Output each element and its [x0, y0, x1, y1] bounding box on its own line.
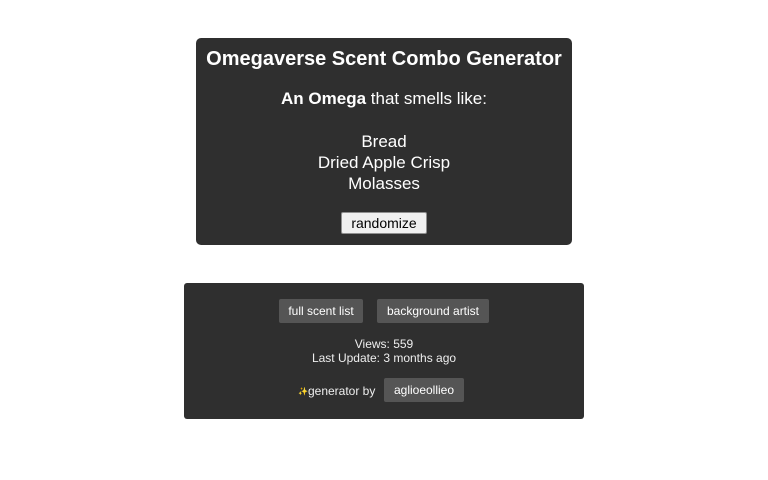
- subject-role: An Omega: [281, 89, 367, 108]
- randomize-button[interactable]: randomize: [341, 212, 427, 234]
- views-count: Views: 559: [354, 337, 414, 351]
- generator-card: Omegaverse Scent Combo Generator An Omeg…: [196, 38, 572, 245]
- footer-card: full scent list background artist Views:…: [184, 283, 584, 419]
- scent-item: Bread: [361, 132, 407, 151]
- subject-rest: that smells like:: [366, 89, 487, 108]
- stats: Views: 559 Last Update: 3 months ago: [184, 337, 584, 365]
- sparkle-icon: ✨: [298, 386, 308, 396]
- generator-by-text: generator by: [307, 384, 376, 398]
- full-scent-list-button[interactable]: full scent list: [279, 299, 363, 323]
- scent-item: Molasses: [348, 174, 420, 193]
- last-update: Last Update: 3 months ago: [311, 351, 457, 365]
- subject-line: An Omega that smells like:: [196, 89, 572, 109]
- scent-item: Dried Apple Crisp: [317, 153, 451, 172]
- generator-byline: ✨generator by: [298, 384, 375, 399]
- scent-list: Bread Dried Apple Crisp Molasses: [196, 131, 572, 194]
- background-artist-button[interactable]: background artist: [377, 299, 489, 323]
- generator-title: Omegaverse Scent Combo Generator: [206, 48, 562, 70]
- author-link-button[interactable]: aglioeollieo: [384, 378, 464, 402]
